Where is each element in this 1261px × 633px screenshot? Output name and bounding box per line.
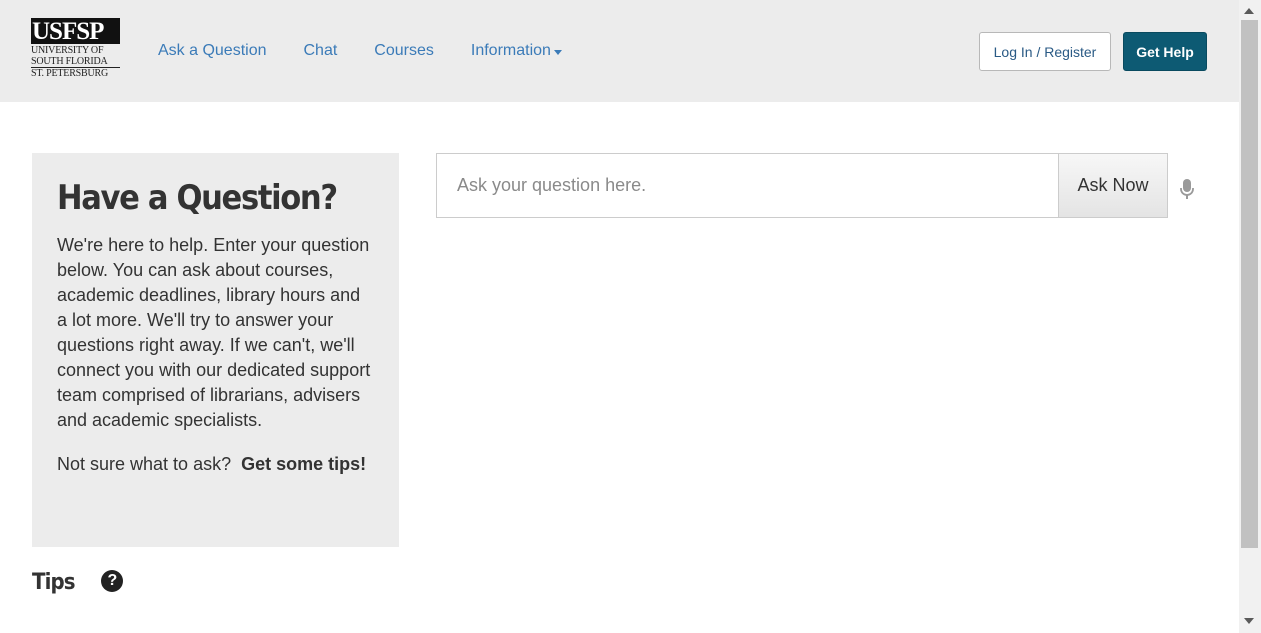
logo-line-1: UNIVERSITY OF (31, 45, 104, 56)
site-header: USFSP UNIVERSITY OF SOUTH FLORIDA ST. PE… (0, 0, 1239, 102)
tips-section-heading: Tips ? (32, 569, 124, 595)
usfsp-logo[interactable]: USFSP UNIVERSITY OF SOUTH FLORIDA ST. PE… (31, 18, 121, 80)
panel-description: We're here to help. Enter your question … (57, 235, 371, 430)
microphone-icon[interactable] (1179, 178, 1195, 200)
question-info-panel: Have a Question? We're here to help. Ent… (32, 153, 399, 547)
nav-ask-a-question[interactable]: Ask a Question (158, 42, 267, 60)
get-tips-link[interactable]: Get some tips! (241, 454, 366, 474)
nav-information-label: Information (470, 42, 551, 59)
scrollbar-thumb[interactable] (1241, 20, 1258, 548)
question-input[interactable] (437, 154, 1058, 217)
scroll-up-arrow-icon[interactable] (1244, 8, 1254, 14)
logo-wordmark: USFSP (31, 18, 120, 45)
page-scrollbar[interactable] (1239, 0, 1261, 633)
nav-courses[interactable]: Courses (374, 42, 434, 60)
main-nav: Ask a Question Chat Courses Information (158, 40, 599, 62)
question-circle-icon[interactable]: ? (101, 569, 124, 592)
login-register-button[interactable]: Log In / Register (979, 32, 1111, 71)
tips-heading-text: Tips (32, 570, 76, 595)
get-help-button[interactable]: Get Help (1123, 32, 1207, 71)
page-title: Have a Question? (57, 178, 338, 218)
logo-line-2: SOUTH FLORIDA (31, 56, 108, 67)
nav-chat[interactable]: Chat (304, 42, 338, 60)
logo-line-3: ST. PETERSBURG (31, 68, 109, 79)
tips-prompt-text: Not sure what to ask? (57, 454, 232, 474)
question-search-bar: Ask Now (436, 153, 1168, 218)
tips-prompt-line: Not sure what to ask? Get some tips! (57, 452, 374, 477)
ask-now-button[interactable]: Ask Now (1058, 154, 1167, 217)
caret-down-icon (553, 49, 562, 55)
nav-information[interactable]: Information (471, 42, 562, 60)
scroll-down-arrow-icon[interactable] (1244, 618, 1254, 624)
